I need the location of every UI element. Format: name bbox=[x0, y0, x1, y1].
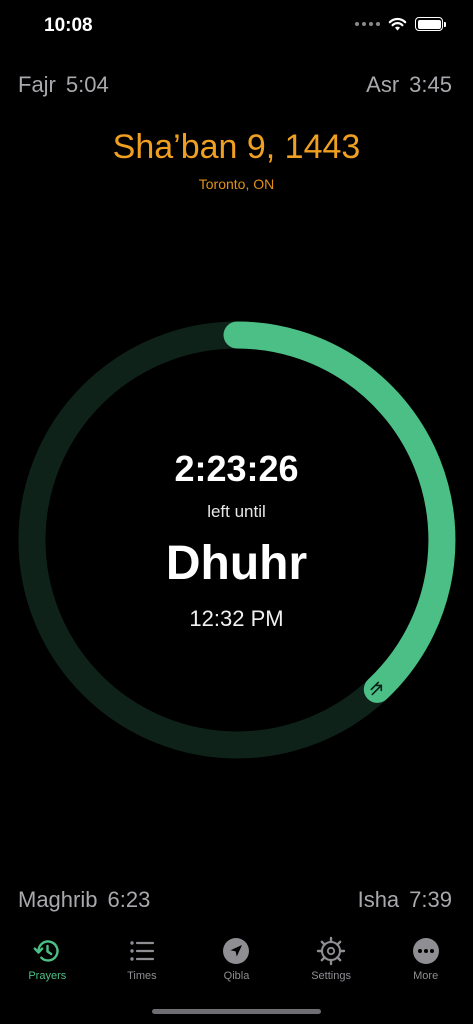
tab-more[interactable]: More bbox=[379, 930, 473, 990]
compass-arrow-icon bbox=[221, 936, 251, 966]
next-prayer-name: Dhuhr bbox=[165, 537, 308, 590]
ring-knob-arrow-icon bbox=[365, 677, 390, 702]
list-icon bbox=[127, 936, 157, 966]
next-prayer-time: 12:32 PM bbox=[189, 606, 284, 631]
prayer-times-screen: 10:08 Fajr 5:04 Asr 3:45 Maghrib 6:23 Isha 7… bbox=[0, 0, 473, 1024]
tab-label: Times bbox=[127, 970, 157, 982]
tab-settings[interactable]: Settings bbox=[284, 930, 378, 990]
home-indicator[interactable] bbox=[152, 1009, 321, 1014]
tab-label: Qibla bbox=[223, 970, 250, 982]
more-icon bbox=[411, 936, 441, 966]
tab-bar: Prayers Times Qibla Settings More bbox=[0, 930, 473, 990]
history-icon bbox=[32, 936, 62, 966]
tab-label: More bbox=[413, 970, 439, 982]
gear-icon bbox=[316, 936, 346, 966]
tab-qibla[interactable]: Qibla bbox=[189, 930, 283, 990]
countdown-caption: left until bbox=[207, 502, 266, 521]
tab-prayers[interactable]: Prayers bbox=[0, 930, 94, 990]
tab-label: Prayers bbox=[28, 970, 67, 982]
tab-times[interactable]: Times bbox=[95, 930, 189, 990]
tab-label: Settings bbox=[311, 970, 351, 982]
countdown-timer: 2:23:26 bbox=[174, 448, 299, 489]
